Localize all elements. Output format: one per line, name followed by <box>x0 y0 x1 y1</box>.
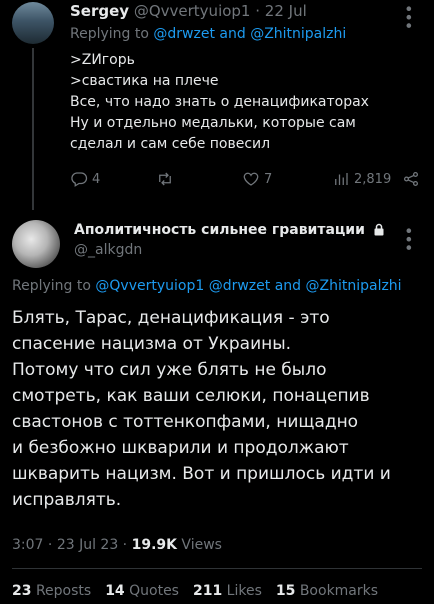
retweet-button[interactable] <box>156 170 178 188</box>
reply-count: 4 <box>92 171 101 187</box>
tweet-date[interactable]: 22 Jul <box>265 2 307 20</box>
tweet-line: Блять, Тарас, денацификация - это <box>12 308 330 328</box>
more-options-icon[interactable]: ••• <box>399 226 418 251</box>
tweet-header: Sergey @Qvvertyuiop1 · 22 Jul <box>70 2 307 20</box>
tweet-line: Потому что сил уже блять не было <box>12 360 327 380</box>
divider <box>12 568 422 569</box>
bookmarks-stat[interactable]: 15 Bookmarks <box>276 583 378 599</box>
quotes-count: 14 <box>105 583 125 599</box>
parent-tweet[interactable]: Sergey @Qvvertyuiop1 · 22 Jul ••• Replyi… <box>0 0 434 210</box>
bookmarks-label: Bookmarks <box>299 583 379 599</box>
author-handle[interactable]: @_alkgdn <box>74 242 142 258</box>
tweet-line: шкварить нацизм. Вот и пришлось идти и <box>12 464 391 484</box>
reply-button[interactable]: 4 <box>70 170 100 188</box>
likes-label: Likes <box>226 583 262 599</box>
tweet-line: и безбожно шкварили и продолжают <box>12 438 349 458</box>
replying-to: Replying to @Qvvertyuiop1 @drwzet and @Z… <box>12 278 402 294</box>
tweet-line: свастонов с тоттенкопфами, нищадно <box>12 412 359 432</box>
replying-and: and <box>270 278 306 294</box>
avatar[interactable] <box>12 2 54 44</box>
tweet-line: спасение нацизма от Украины. <box>12 334 292 354</box>
separator: · <box>118 537 132 553</box>
avatar[interactable] <box>12 220 60 268</box>
reposts-count: 23 <box>12 583 32 599</box>
replying-prefix: Replying to <box>12 278 96 294</box>
mention-link[interactable]: @Qvvertyuiop1 <box>95 278 204 294</box>
replying-prefix: Replying to <box>70 26 154 42</box>
separator: · <box>250 2 265 20</box>
tweet-header: Аполитичность сильнее гравитации <box>74 222 385 238</box>
reply-icon <box>71 172 88 187</box>
replying-to: Replying to @drwzet and @Zhitnipalzhi <box>70 26 346 42</box>
author-handle[interactable]: @Qvvertyuiop1 <box>134 2 251 20</box>
analytics-icon <box>335 173 348 185</box>
tweet-timestamp: 3:07 · 23 Jul 23 · 19.9K Views <box>12 537 222 553</box>
views-label: Views <box>176 537 222 553</box>
tweet-time[interactable]: 3:07 <box>12 537 43 553</box>
quotes-stat[interactable]: 14 Quotes <box>105 583 179 599</box>
views-button[interactable]: 2,819 <box>332 170 391 188</box>
mention-link[interactable]: @drwzet <box>153 26 215 42</box>
tweet-text: Блять, Тарас, денацификация - это спасен… <box>12 305 426 513</box>
likes-stat[interactable]: 211 Likes <box>193 583 262 599</box>
engagement-stats: 23 Reposts 14 Quotes 211 Likes 15 Bookmarks <box>12 583 392 599</box>
tweet-line: >свастика на плече <box>70 73 219 89</box>
replying-and: and <box>214 26 251 42</box>
likes-count: 211 <box>192 583 223 599</box>
mention-link[interactable]: @Zhitnipalzhi <box>306 278 402 294</box>
share-icon <box>403 171 419 187</box>
mention-link[interactable]: @Zhitnipalzhi <box>250 26 346 42</box>
view-count: 2,819 <box>354 171 392 187</box>
quotes-label: Quotes <box>129 583 179 599</box>
action-bar: 4 7 2,819 <box>70 170 420 194</box>
tweet-line: исправлять. <box>12 490 122 510</box>
tweet-line: >ZИгорь <box>70 52 135 68</box>
tweet-line: Ну и отдельно медальки, которые сам <box>70 115 356 131</box>
lock-icon <box>374 223 384 236</box>
tweet-text: >ZИгорь >свастика на плече Все, что надо… <box>70 50 420 155</box>
thread-line <box>32 48 34 210</box>
share-button[interactable] <box>402 170 420 188</box>
views-count[interactable]: 19.9K <box>132 537 177 553</box>
tweet-date[interactable]: 23 Jul 23 <box>57 537 118 553</box>
tweet-line: Все, что надо знать о денацификаторах <box>70 94 369 110</box>
separator: · <box>43 537 57 553</box>
heart-icon <box>243 172 259 186</box>
bookmarks-count: 15 <box>275 583 296 599</box>
more-options-icon[interactable]: ••• <box>399 4 418 29</box>
reposts-stat[interactable]: 23 Reposts <box>12 583 91 599</box>
mention-link[interactable]: @drwzet <box>209 278 271 294</box>
like-count: 7 <box>264 171 273 187</box>
like-button[interactable]: 7 <box>242 170 272 188</box>
author-name[interactable]: Sergey <box>70 2 129 20</box>
tweet-line: смотреть, как ваши селюки, понацепив <box>12 386 370 406</box>
author-name[interactable]: Аполитичность сильнее гравитации <box>74 222 365 238</box>
reposts-label: Reposts <box>35 583 92 599</box>
retweet-icon <box>159 172 171 186</box>
tweet-line: сделал и сам себе повесил <box>70 136 271 152</box>
